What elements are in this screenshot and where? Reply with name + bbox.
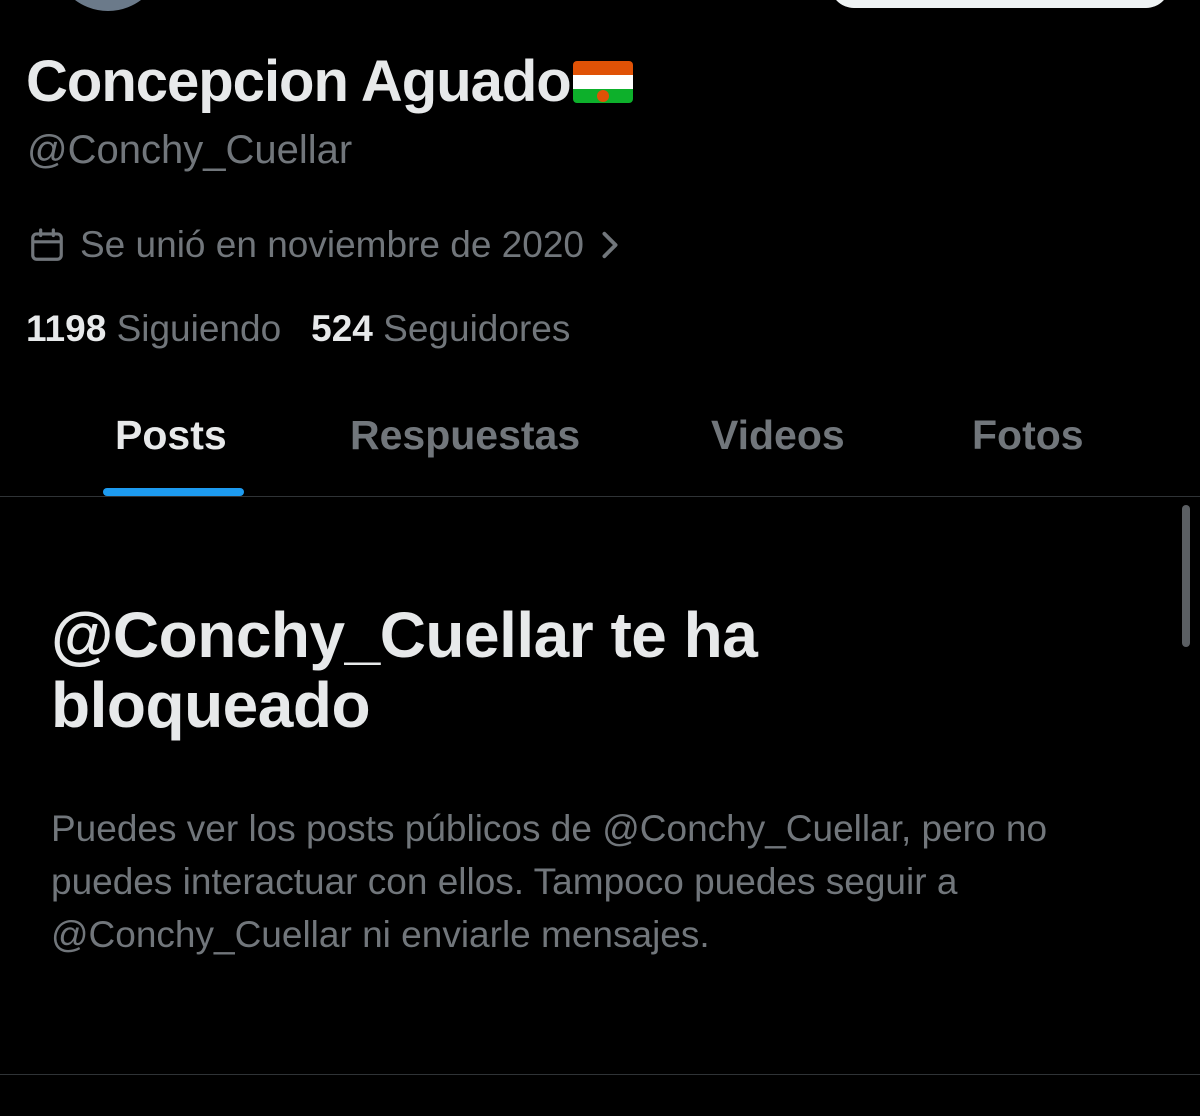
avatar[interactable] <box>50 0 166 14</box>
display-name: Concepcion Aguado <box>26 48 633 115</box>
chevron-right-icon <box>602 231 618 259</box>
profile-handle: @Conchy_Cuellar <box>27 128 353 172</box>
display-name-text: Concepcion Aguado <box>26 49 572 114</box>
followers-link[interactable]: 524 Seguidores <box>311 308 570 349</box>
active-tab-indicator <box>103 488 244 496</box>
divider <box>0 1074 1200 1075</box>
niger-flag-icon <box>572 60 633 103</box>
following-link[interactable]: 1198 Siguiendo <box>26 308 281 349</box>
following-label: Siguiendo <box>116 308 282 349</box>
calendar-icon <box>31 228 63 261</box>
tab-videos[interactable]: Videos <box>711 412 845 459</box>
tab-posts[interactable]: Posts <box>115 412 227 459</box>
tab-fotos[interactable]: Fotos <box>972 412 1084 459</box>
joined-date-row[interactable]: Se unió en noviembre de 2020 <box>28 224 634 266</box>
tab-respuestas[interactable]: Respuestas <box>350 412 580 459</box>
follow-stats: 1198 Siguiendo 524 Seguidores <box>26 308 570 350</box>
profile-action-button[interactable] <box>830 0 1170 8</box>
scrollbar[interactable] <box>1182 505 1190 647</box>
followers-label: Seguidores <box>383 308 571 349</box>
following-count: 1198 <box>26 308 107 349</box>
joined-date-text: Se unió en noviembre de 2020 <box>80 224 584 265</box>
blocked-description: Puedes ver los posts públicos de @Conchy… <box>51 808 1048 955</box>
blocked-title: @Conchy_Cuellar te ha bloqueado <box>51 599 758 741</box>
followers-count: 524 <box>311 308 373 349</box>
profile-tabs: Posts Respuestas Videos Fotos <box>0 386 1200 497</box>
